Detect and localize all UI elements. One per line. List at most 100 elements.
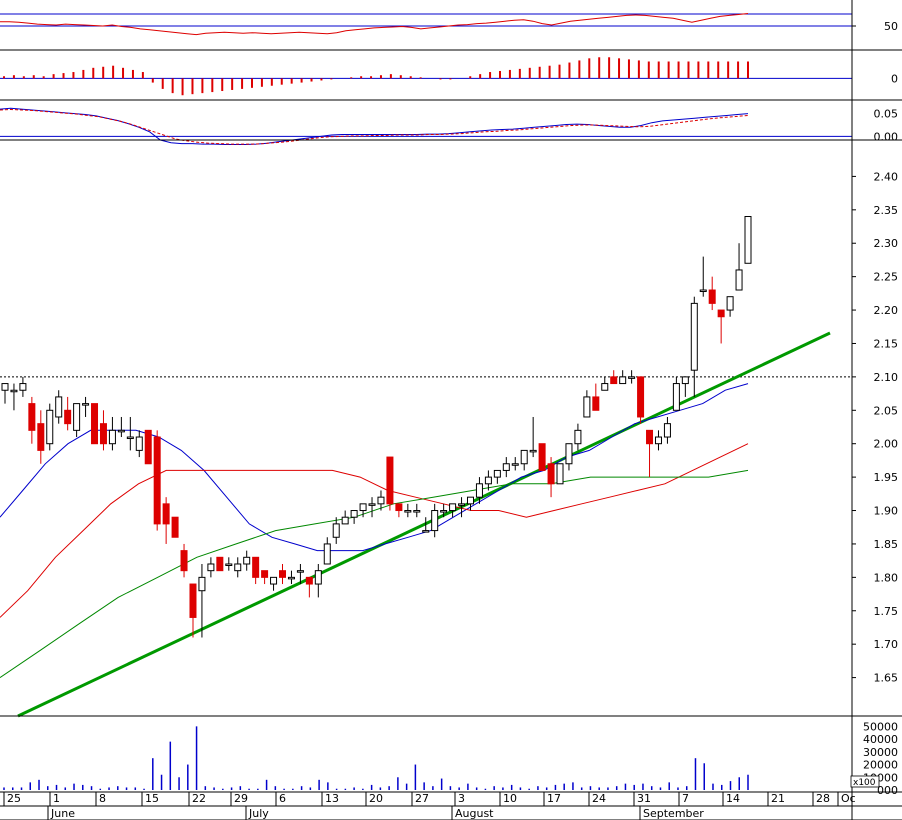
- candle-body: [341, 516, 349, 525]
- candle-body: [99, 423, 107, 445]
- price-tick-label: 1.75: [874, 605, 899, 618]
- x-tick-label: 7: [682, 792, 689, 805]
- candle-body: [449, 503, 457, 512]
- candle-body: [583, 396, 591, 418]
- x-tick-label: 14: [726, 792, 740, 805]
- candle-body: [19, 383, 27, 391]
- candle-body: [422, 530, 430, 533]
- candle-body: [511, 463, 519, 466]
- x-tick-label: 27: [415, 792, 429, 805]
- candle-body: [628, 376, 636, 379]
- candle-body: [10, 389, 18, 393]
- candle-body: [305, 576, 313, 585]
- candle-body: [359, 503, 367, 512]
- macd-tick-label: 0.00: [874, 130, 899, 143]
- candle-body: [37, 423, 45, 451]
- candle-body: [225, 563, 233, 566]
- price-tick-label: 2.25: [874, 271, 899, 284]
- volume-tick-label: 30000: [863, 746, 898, 759]
- candle-body: [171, 516, 179, 538]
- volume-tick-label: 000: [877, 784, 898, 797]
- candle-body: [726, 296, 734, 311]
- price-tick-label: 2.20: [874, 304, 899, 317]
- candle-body: [404, 510, 412, 513]
- month-label: June: [50, 807, 75, 820]
- candle-body: [314, 570, 322, 585]
- candle-body: [708, 289, 716, 304]
- chart-background: [0, 0, 902, 820]
- candle-body: [556, 463, 564, 485]
- candle-body: [135, 436, 143, 451]
- candle-body: [91, 403, 99, 445]
- candle-body: [243, 556, 251, 565]
- candle-body: [180, 550, 188, 572]
- x-tick-label: 8: [99, 792, 106, 805]
- candle-body: [520, 449, 528, 465]
- candle-body: [699, 289, 707, 293]
- candle-body: [296, 570, 304, 573]
- candle-body: [663, 423, 671, 438]
- candle-body: [735, 269, 743, 291]
- candle-body: [64, 409, 72, 425]
- candle-body: [619, 376, 627, 385]
- candle-body: [350, 510, 358, 518]
- x-tick-label: 24: [592, 792, 606, 805]
- candle-body: [207, 563, 215, 572]
- candle-body: [744, 216, 752, 264]
- candle-body: [117, 429, 125, 433]
- x-tick-label: 10: [503, 792, 517, 805]
- price-tick-label: 2.15: [874, 337, 899, 350]
- price-tick-label: 2.10: [874, 371, 899, 384]
- x-tick-label: 21: [771, 792, 785, 805]
- candle-body: [440, 510, 448, 513]
- price-tick-label: 1.90: [874, 505, 899, 518]
- candle-body: [413, 510, 421, 513]
- month-label: August: [455, 807, 494, 820]
- candle-body: [126, 436, 134, 440]
- candle-body: [690, 302, 698, 371]
- candle-body: [565, 443, 573, 465]
- candle-body: [252, 556, 260, 578]
- candle-body: [431, 510, 439, 532]
- candle-body: [108, 429, 116, 445]
- candle-body: [28, 403, 36, 431]
- rsi-tick-label: 50: [884, 20, 898, 33]
- price-tick-label: 1.95: [874, 471, 899, 484]
- candle-body: [529, 449, 537, 453]
- volume-tick-label: 40000: [863, 733, 898, 746]
- x-tick-label: 22: [192, 792, 206, 805]
- price-tick-label: 2.40: [874, 170, 899, 183]
- macd-tick-label: 0.05: [874, 108, 899, 121]
- candle-body: [377, 496, 385, 505]
- month-label: September: [643, 807, 704, 820]
- candle-body: [46, 409, 54, 445]
- x-tick-label: 20: [369, 792, 383, 805]
- candle-body: [574, 429, 582, 445]
- volume-tick-label: 20000: [863, 759, 898, 772]
- candle-body: [458, 503, 466, 506]
- candle-body: [681, 376, 689, 385]
- month-label: July: [248, 807, 269, 820]
- candle-body: [144, 429, 152, 465]
- x-tick-label: 1: [53, 792, 60, 805]
- volume-multiplier-label: x100: [853, 778, 876, 788]
- x-tick-label: 15: [145, 792, 159, 805]
- price-tick-label: 2.00: [874, 438, 899, 451]
- candle-body: [287, 576, 295, 580]
- candle-body: [601, 383, 609, 391]
- candle-body: [1, 383, 9, 391]
- price-tick-label: 2.35: [874, 204, 899, 217]
- x-tick-label: 17: [547, 792, 561, 805]
- candle-body: [323, 543, 331, 565]
- candle-body: [538, 443, 546, 471]
- candle-body: [395, 503, 403, 512]
- volume-tick-label: 50000: [863, 720, 898, 733]
- price-tick-label: 1.65: [874, 672, 899, 685]
- candle-body: [717, 309, 725, 318]
- x-tick-label: 6: [279, 792, 286, 805]
- price-tick-label: 1.70: [874, 638, 899, 651]
- candle-body: [610, 376, 618, 385]
- x-tick-label: 13: [325, 792, 339, 805]
- candle-body: [332, 523, 340, 538]
- x-tick-label: 25: [7, 792, 21, 805]
